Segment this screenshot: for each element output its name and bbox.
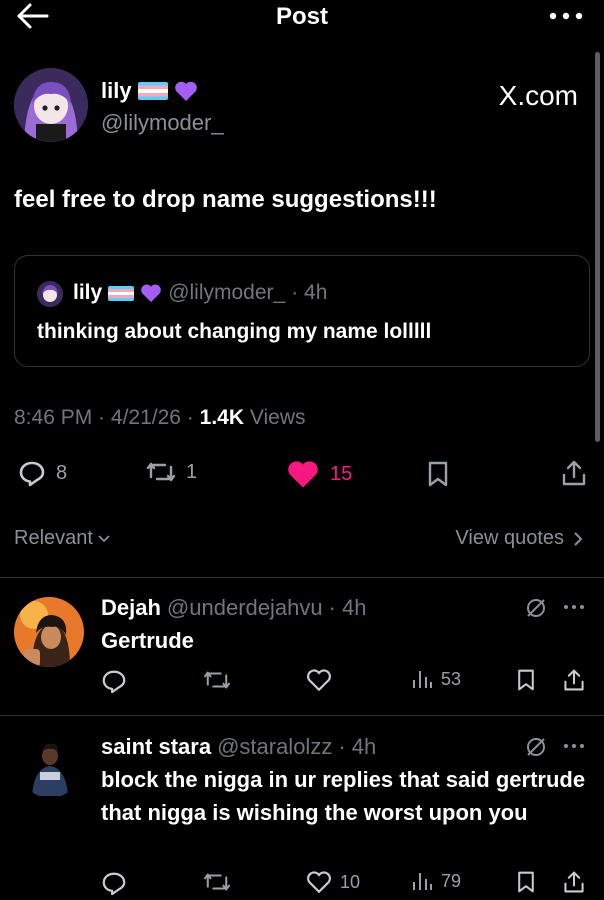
more-horizontal-icon[interactable] bbox=[563, 602, 585, 612]
divider bbox=[0, 715, 604, 716]
scrollbar[interactable] bbox=[595, 52, 600, 442]
views-count: 53 bbox=[441, 668, 462, 689]
like-button[interactable]: 15 bbox=[286, 459, 352, 489]
trans-flag-emoji bbox=[137, 82, 168, 100]
purple-heart-icon bbox=[174, 80, 198, 102]
author-name-text: lily bbox=[101, 78, 132, 103]
bookmark-button[interactable] bbox=[425, 460, 451, 488]
reply-button[interactable] bbox=[101, 870, 127, 896]
share-button[interactable] bbox=[562, 668, 586, 692]
reply-author-handle[interactable]: @underdejahvu bbox=[167, 595, 323, 621]
divider bbox=[0, 577, 604, 578]
top-bar: Post bbox=[0, 0, 604, 36]
reply-author-name[interactable]: Dejah bbox=[101, 595, 161, 621]
chevron-right-icon bbox=[572, 531, 584, 547]
quote-author-name: lily bbox=[73, 281, 103, 304]
share-button[interactable] bbox=[562, 870, 586, 894]
sort-label: Relevant bbox=[14, 527, 93, 549]
grok-icon[interactable] bbox=[524, 596, 548, 620]
repost-button[interactable] bbox=[203, 668, 231, 692]
quote-time: · 4h bbox=[291, 281, 328, 304]
chevron-down-icon bbox=[97, 532, 111, 546]
reply-avatar[interactable] bbox=[20, 738, 80, 798]
purple-heart-icon bbox=[140, 283, 162, 303]
reply-text: Gertrude bbox=[101, 628, 194, 653]
quote-author-handle: @lilymoder_ bbox=[168, 281, 286, 304]
post-date: 4/21/26 bbox=[110, 406, 181, 429]
bookmark-button[interactable] bbox=[515, 668, 537, 692]
reply-action-bar: 53 bbox=[0, 668, 604, 698]
views-button[interactable]: 79 bbox=[411, 870, 461, 892]
quote-text: thinking about changing my name lolllll bbox=[37, 320, 432, 343]
trans-flag-emoji bbox=[108, 285, 135, 301]
share-button[interactable] bbox=[560, 459, 588, 487]
post-action-bar: 8 1 15 bbox=[0, 455, 604, 495]
bookmark-icon bbox=[425, 460, 451, 488]
reply-avatar[interactable] bbox=[14, 597, 84, 667]
reply-action-bar: 10 79 bbox=[0, 870, 604, 900]
grok-icon[interactable] bbox=[524, 735, 548, 759]
author-name[interactable]: lily bbox=[101, 78, 198, 104]
watermark-x-com: X.com bbox=[498, 80, 578, 111]
post-text: feel free to drop name suggestions!!! bbox=[14, 186, 437, 213]
bookmark-button[interactable] bbox=[515, 870, 537, 894]
repost-button[interactable] bbox=[203, 870, 231, 894]
reply-icon bbox=[18, 459, 46, 487]
view-quotes-label: View quotes bbox=[455, 527, 564, 549]
sort-dropdown[interactable]: Relevant bbox=[14, 527, 111, 550]
like-count: 10 bbox=[340, 871, 361, 892]
views-count: 1.4K bbox=[199, 406, 244, 429]
share-icon bbox=[560, 459, 588, 487]
views-label[interactable]: Views bbox=[250, 406, 306, 429]
view-quotes-link[interactable]: View quotes bbox=[455, 527, 584, 550]
repost-icon bbox=[146, 459, 176, 485]
author-handle[interactable]: @lilymoder_ bbox=[101, 110, 224, 136]
like-count: 15 bbox=[330, 462, 353, 485]
views-count: 79 bbox=[441, 870, 462, 891]
more-horizontal-icon[interactable] bbox=[563, 741, 585, 751]
repost-button[interactable]: 1 bbox=[146, 459, 197, 485]
avatar[interactable] bbox=[14, 68, 88, 142]
quoted-post[interactable]: lily @lilymoder_ · 4h thinking about cha… bbox=[14, 255, 590, 367]
page-title: Post bbox=[275, 3, 328, 30]
reply-time: · 4h bbox=[328, 595, 367, 620]
reply-count: 8 bbox=[56, 461, 68, 484]
reply-text: block the nigga in ur replies that said … bbox=[101, 767, 586, 825]
reply-header: saint stara @staralolzz · 4h bbox=[101, 734, 376, 760]
quote-header: lily @lilymoder_ · 4h bbox=[73, 281, 327, 305]
reply-button[interactable] bbox=[101, 668, 127, 694]
reply-time: · 4h bbox=[338, 734, 377, 759]
reply-button[interactable]: 8 bbox=[18, 459, 67, 487]
reply-header: Dejah @underdejahvu · 4h bbox=[101, 595, 367, 621]
post-time: 8:46 PM bbox=[14, 406, 93, 429]
like-button[interactable] bbox=[306, 668, 340, 692]
views-button[interactable]: 53 bbox=[411, 668, 461, 690]
reply-author-name[interactable]: saint stara bbox=[101, 734, 211, 760]
heart-filled-icon bbox=[286, 459, 320, 489]
repost-count: 1 bbox=[186, 460, 198, 483]
more-horizontal-icon[interactable] bbox=[546, 6, 586, 26]
quote-avatar bbox=[37, 281, 63, 307]
like-button[interactable]: 10 bbox=[306, 870, 360, 894]
post-meta: 8:46 PM · 4/21/26 · 1.4K Views bbox=[14, 406, 306, 429]
reply-author-handle[interactable]: @staralolzz bbox=[217, 734, 332, 760]
